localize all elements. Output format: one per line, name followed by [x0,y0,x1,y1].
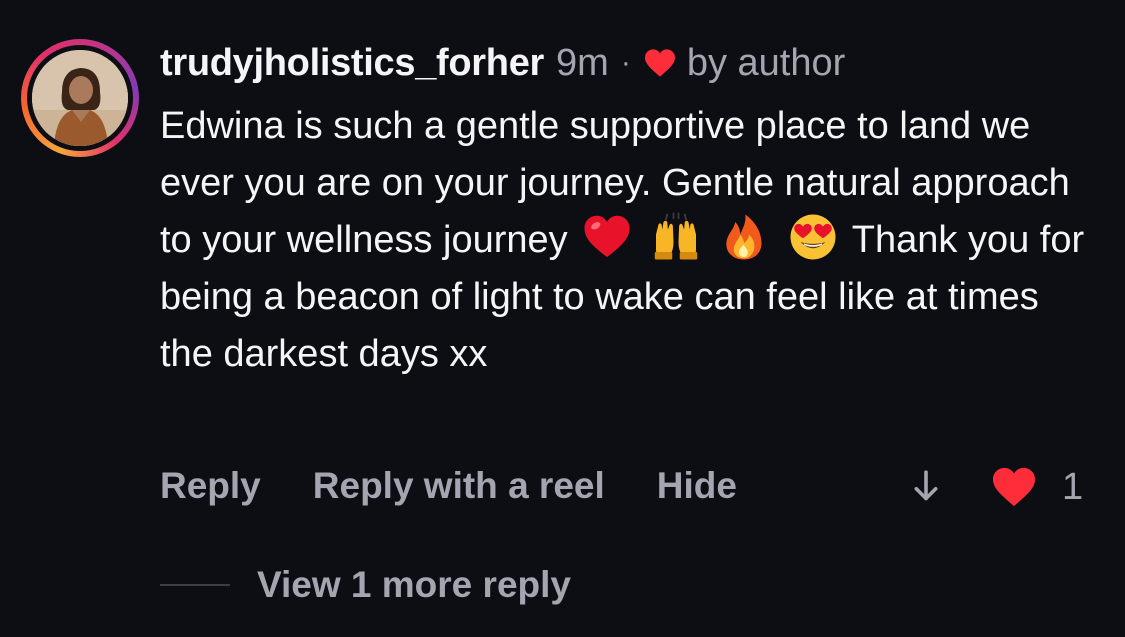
hide-button[interactable]: Hide [657,465,737,507]
separator-dot: · [620,46,631,79]
reply-button[interactable]: Reply [160,465,261,507]
liked-by-author-label: by author [686,41,846,84]
comment-header: trudyjholistics_forher 9m · by author [160,40,845,86]
heart-eyes-emoji-icon [790,214,836,260]
comment-actions: Reply Reply with a reel Hide 1 [160,462,1090,510]
view-more-replies-button[interactable]: View 1 more reply [160,560,571,610]
comment-text: Edwina is such a gentle supportive place… [160,98,1100,383]
reply-with-reel-button[interactable]: Reply with a reel [313,465,605,507]
like-heart-icon[interactable] [990,466,1038,508]
avatar-photo [32,50,128,146]
view-more-replies-label: View 1 more reply [257,564,571,605]
timestamp: 9m [556,41,609,84]
fire-emoji-icon [726,214,762,260]
avatar-story-ring[interactable] [21,39,139,157]
avatar[interactable] [32,50,128,146]
heart-icon [644,49,675,77]
replies-divider-line [160,584,230,586]
arrow-down-icon[interactable] [912,468,940,504]
username[interactable]: trudyjholistics_forher [160,42,544,85]
like-count: 1 [1062,466,1084,508]
red-heart-emoji-icon [584,215,630,257]
raising-hands-emoji-icon [654,212,698,260]
